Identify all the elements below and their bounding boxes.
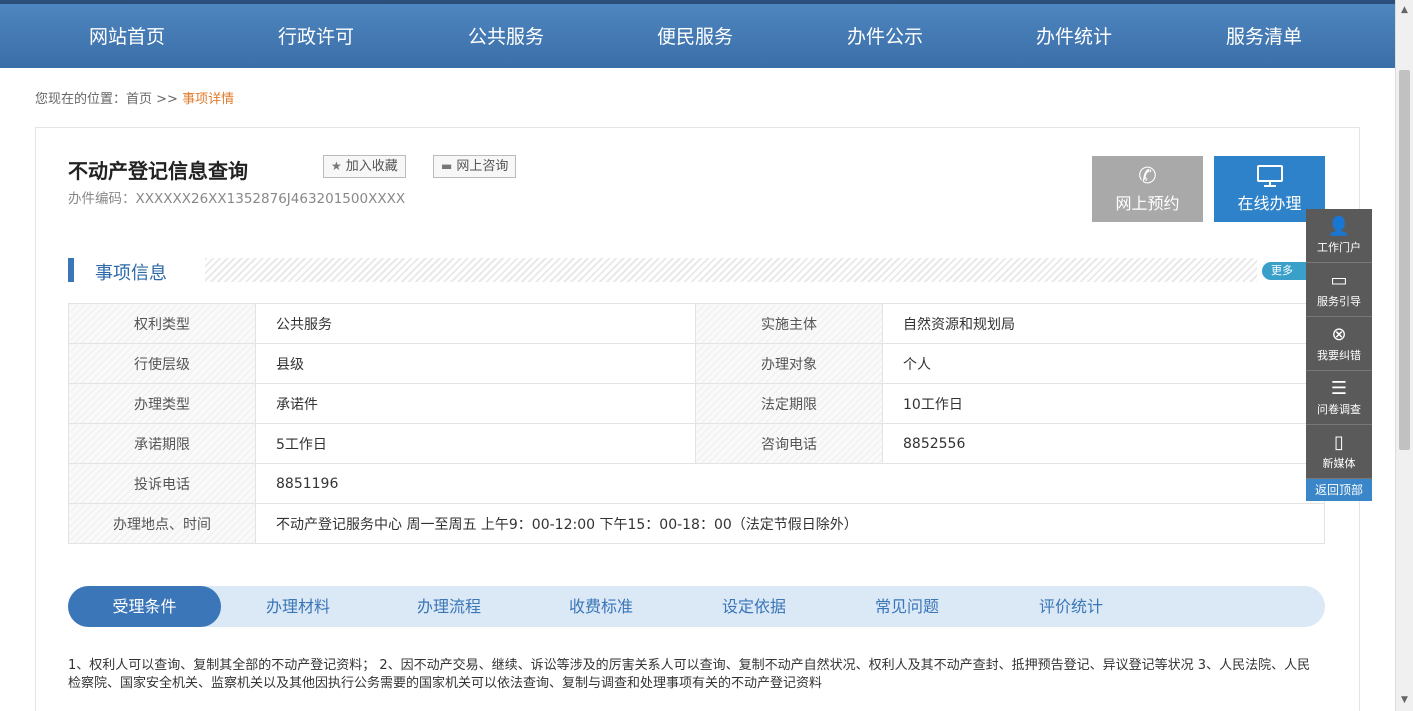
tab-process[interactable]: 办理流程 bbox=[379, 586, 519, 627]
new-media-label: 新媒体 bbox=[1322, 457, 1356, 470]
item-code: 办件编码：XXXXXX26XX1352876J463201500XXXX bbox=[68, 191, 406, 207]
field-label: 行使层级 bbox=[68, 343, 256, 384]
section-marker bbox=[68, 258, 74, 282]
online-reservation-button[interactable]: ✆ 网上预约 bbox=[1092, 156, 1203, 222]
nav-admin-permit[interactable]: 行政许可 bbox=[221, 4, 411, 68]
field-value: 公共服务 bbox=[255, 303, 696, 344]
field-label: 投诉电话 bbox=[68, 463, 256, 504]
nav-case-statistics[interactable]: 办件统计 bbox=[979, 4, 1169, 68]
clipboard-icon: ☰ bbox=[1330, 378, 1348, 399]
field-label: 承诺期限 bbox=[68, 423, 256, 464]
tab-legal-basis[interactable]: 设定依据 bbox=[684, 586, 824, 627]
table-row: 承诺期限 5工作日 咨询电话 8852556 bbox=[68, 423, 1325, 464]
breadcrumb-current: 事项详情 bbox=[182, 92, 235, 107]
survey-button[interactable]: ☰ 问卷调查 bbox=[1306, 371, 1372, 425]
scroll-thumb[interactable] bbox=[1399, 70, 1410, 450]
work-portal-button[interactable]: 👤 工作门户 bbox=[1306, 209, 1372, 263]
section-divider bbox=[205, 258, 1257, 282]
field-value: 个人 bbox=[882, 343, 1325, 384]
breadcrumb-prefix[interactable]: 您现在的位置：首页 >> bbox=[35, 92, 182, 107]
nav-case-publicity[interactable]: 办件公示 bbox=[790, 4, 980, 68]
top-navigation: 网站首页 行政许可 公共服务 便民服务 办件公示 办件统计 服务清单 bbox=[0, 0, 1395, 68]
service-guide-label: 服务引导 bbox=[1317, 295, 1361, 308]
scroll-up-arrow-icon[interactable]: ▲ bbox=[1396, 2, 1413, 19]
survey-label: 问卷调查 bbox=[1317, 403, 1361, 416]
tab-faq[interactable]: 常见问题 bbox=[837, 586, 977, 627]
book-icon: ▭ bbox=[1330, 270, 1348, 291]
online-consult-button[interactable]: ▬ 网上咨询 bbox=[433, 155, 517, 178]
section-title: 事项信息 bbox=[95, 263, 167, 284]
add-favorite-button[interactable]: ★ 加入收藏 bbox=[323, 155, 406, 178]
field-label: 咨询电话 bbox=[695, 423, 883, 464]
mobile-phone-icon: ▯ bbox=[1334, 432, 1344, 453]
page: 网站首页 行政许可 公共服务 便民服务 办件公示 办件统计 服务清单 ▲ ▼ 您… bbox=[0, 0, 1413, 711]
table-row: 办理类型 承诺件 法定期限 10工作日 bbox=[68, 383, 1325, 424]
more-button[interactable]: 更多 bbox=[1262, 262, 1310, 280]
add-favorite-label: 加入收藏 bbox=[345, 159, 398, 174]
field-label: 办理对象 bbox=[695, 343, 883, 384]
floating-toolbar: 👤 工作门户 ▭ 服务引导 ⊗ 我要纠错 ☰ 问卷调查 ▯ 新媒体 返回顶部 bbox=[1306, 209, 1372, 501]
report-error-button[interactable]: ⊗ 我要纠错 bbox=[1306, 317, 1372, 371]
online-consult-label: 网上咨询 bbox=[456, 159, 509, 174]
breadcrumb: 您现在的位置：首页 >> 事项详情 bbox=[35, 88, 234, 107]
detail-tabs: 受理条件 办理材料 办理流程 收费标准 设定依据 常见问题 评价统计 bbox=[68, 586, 1325, 627]
scroll-down-arrow-icon[interactable]: ▼ bbox=[1396, 692, 1413, 709]
online-reservation-label: 网上预约 bbox=[1115, 194, 1180, 213]
tab-acceptance-conditions[interactable]: 受理条件 bbox=[68, 586, 221, 627]
vertical-scrollbar[interactable]: ▲ ▼ bbox=[1395, 0, 1413, 711]
nav-service-list[interactable]: 服务清单 bbox=[1169, 4, 1359, 68]
field-label: 实施主体 bbox=[695, 303, 883, 344]
back-to-top-button[interactable]: 返回顶部 bbox=[1306, 479, 1372, 501]
field-value: 县级 bbox=[255, 343, 696, 384]
info-table: 权利类型 公共服务 实施主体 自然资源和规划局 行使层级 县级 办理对象 个人 … bbox=[68, 303, 1325, 544]
monitor-icon bbox=[1214, 164, 1325, 190]
table-row: 权利类型 公共服务 实施主体 自然资源和规划局 bbox=[68, 303, 1325, 344]
field-value: 不动产登记服务中心 周一至周五 上午9：00-12:00 下午15：00-18：… bbox=[255, 503, 1325, 544]
field-label: 办理类型 bbox=[68, 383, 256, 424]
service-guide-button[interactable]: ▭ 服务引导 bbox=[1306, 263, 1372, 317]
new-media-button[interactable]: ▯ 新媒体 bbox=[1306, 425, 1372, 479]
circle-x-icon: ⊗ bbox=[1331, 324, 1347, 345]
table-row: 办理地点、时间 不动产登记服务中心 周一至周五 上午9：00-12:00 下午1… bbox=[68, 503, 1325, 544]
acceptance-conditions-text: 1、权利人可以查询、复制其全部的不动产登记资料； 2、因不动产交易、继续、诉讼等… bbox=[68, 658, 1311, 691]
field-value: 10工作日 bbox=[882, 383, 1325, 424]
tab-evaluation-stats[interactable]: 评价统计 bbox=[1001, 586, 1141, 627]
field-value: 承诺件 bbox=[255, 383, 696, 424]
field-value: 8852556 bbox=[882, 423, 1325, 464]
table-row: 行使层级 县级 办理对象 个人 bbox=[68, 343, 1325, 384]
nav-public-service[interactable]: 公共服务 bbox=[411, 4, 601, 68]
field-label: 权利类型 bbox=[68, 303, 256, 344]
report-error-label: 我要纠错 bbox=[1317, 349, 1361, 362]
table-row: 投诉电话 8851196 bbox=[68, 463, 1325, 504]
nav-convenience-service[interactable]: 便民服务 bbox=[600, 4, 790, 68]
item-title: 不动产登记信息查询 bbox=[68, 159, 248, 183]
field-label: 办理地点、时间 bbox=[68, 503, 256, 544]
phone-icon: ✆ bbox=[1138, 164, 1157, 189]
work-portal-label: 工作门户 bbox=[1317, 241, 1361, 254]
star-icon: ★ bbox=[331, 159, 342, 173]
person-icon: 👤 bbox=[1327, 216, 1351, 237]
field-value: 自然资源和规划局 bbox=[882, 303, 1325, 344]
nav-home[interactable]: 网站首页 bbox=[32, 4, 222, 68]
tab-fees[interactable]: 收费标准 bbox=[531, 586, 671, 627]
field-value: 5工作日 bbox=[255, 423, 696, 464]
tab-materials[interactable]: 办理材料 bbox=[228, 586, 368, 627]
field-value: 8851196 bbox=[255, 463, 1325, 504]
chat-bubble-icon: ▬ bbox=[441, 159, 453, 173]
field-label: 法定期限 bbox=[695, 383, 883, 424]
